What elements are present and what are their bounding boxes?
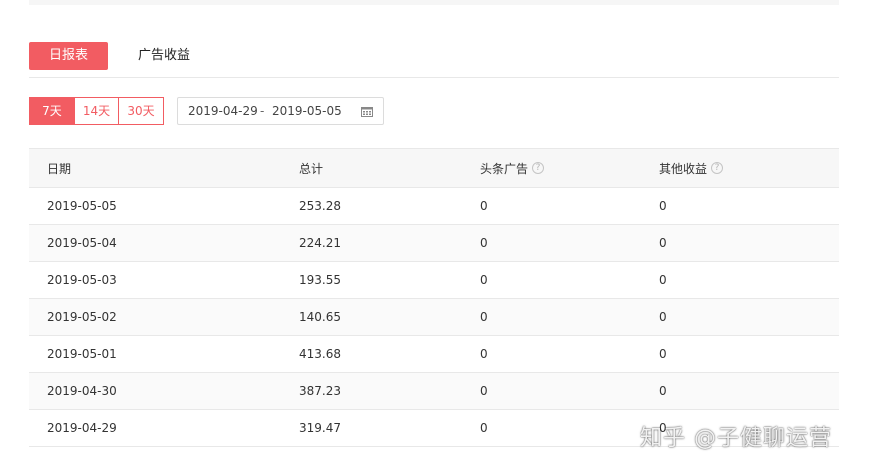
top-panel-edge (29, 0, 839, 5)
watermark: 知乎 @子健聊运营 (640, 426, 832, 451)
cell-total: 413.68 (299, 347, 341, 361)
cell-toutiao-ads: 0 (480, 421, 488, 435)
table-row: 2019-05-03 193.55 0 0 (29, 262, 839, 299)
main-tabs: 日报表 广告收益 (29, 42, 839, 78)
cell-toutiao-ads: 0 (480, 236, 488, 250)
date-start: 2019-04-29 (188, 104, 258, 118)
date-end: 2019-05-05 (272, 104, 342, 118)
cell-toutiao-ads: 0 (480, 347, 488, 361)
cell-date: 2019-05-03 (47, 273, 117, 287)
report-page: 日报表 广告收益 7天 14天 30天 2019-04-29 - 2019-05… (0, 0, 872, 470)
help-icon[interactable]: ? (711, 162, 724, 174)
help-icon[interactable]: ? (532, 162, 545, 174)
cell-other-revenue: 0 (659, 310, 667, 324)
range-button-group: 7天 14天 30天 (29, 97, 164, 125)
revenue-table: 日期 总计 头条广告 ? 其他收益 ? 2019-05-05 253.28 0 … (29, 148, 839, 447)
cell-total: 193.55 (299, 273, 341, 287)
table-row: 2019-05-01 413.68 0 0 (29, 336, 839, 373)
cell-total: 253.28 (299, 199, 341, 213)
cell-total: 140.65 (299, 310, 341, 324)
header-total: 总计 (299, 161, 324, 176)
cell-date: 2019-05-01 (47, 347, 117, 361)
cell-date: 2019-04-29 (47, 421, 117, 435)
header-other-revenue: 其他收益 ? (659, 149, 724, 187)
range-30-days-button[interactable]: 30天 (119, 97, 164, 125)
table-header-row: 日期 总计 头条广告 ? 其他收益 ? (29, 149, 839, 188)
cell-total: 319.47 (299, 421, 341, 435)
header-date: 日期 (47, 161, 72, 176)
cell-date: 2019-05-05 (47, 199, 117, 213)
range-14-days-button[interactable]: 14天 (75, 97, 119, 125)
cell-date: 2019-05-02 (47, 310, 117, 324)
cell-other-revenue: 0 (659, 347, 667, 361)
cell-other-revenue: 0 (659, 273, 667, 287)
tab-ad-revenue[interactable]: 广告收益 (129, 42, 199, 70)
table-row: 2019-05-02 140.65 0 0 (29, 299, 839, 336)
cell-date: 2019-05-04 (47, 236, 117, 250)
range-7-days-button[interactable]: 7天 (29, 97, 75, 125)
header-toutiao-ads: 头条广告 ? (480, 149, 545, 187)
cell-other-revenue: 0 (659, 384, 667, 398)
cell-toutiao-ads: 0 (480, 310, 488, 324)
date-separator: - (260, 104, 265, 118)
cell-other-revenue: 0 (659, 236, 667, 250)
cell-toutiao-ads: 0 (480, 273, 488, 287)
table-row: 2019-04-30 387.23 0 0 (29, 373, 839, 410)
cell-other-revenue: 0 (659, 199, 667, 213)
cell-toutiao-ads: 0 (480, 384, 488, 398)
tab-daily-report[interactable]: 日报表 (29, 42, 108, 70)
table-row: 2019-05-05 253.28 0 0 (29, 188, 839, 225)
cell-toutiao-ads: 0 (480, 199, 488, 213)
date-range-picker[interactable]: 2019-04-29 - 2019-05-05 (177, 97, 384, 125)
cell-date: 2019-04-30 (47, 384, 117, 398)
table-row: 2019-05-04 224.21 0 0 (29, 225, 839, 262)
cell-total: 224.21 (299, 236, 341, 250)
calendar-icon (361, 107, 373, 117)
cell-total: 387.23 (299, 384, 341, 398)
